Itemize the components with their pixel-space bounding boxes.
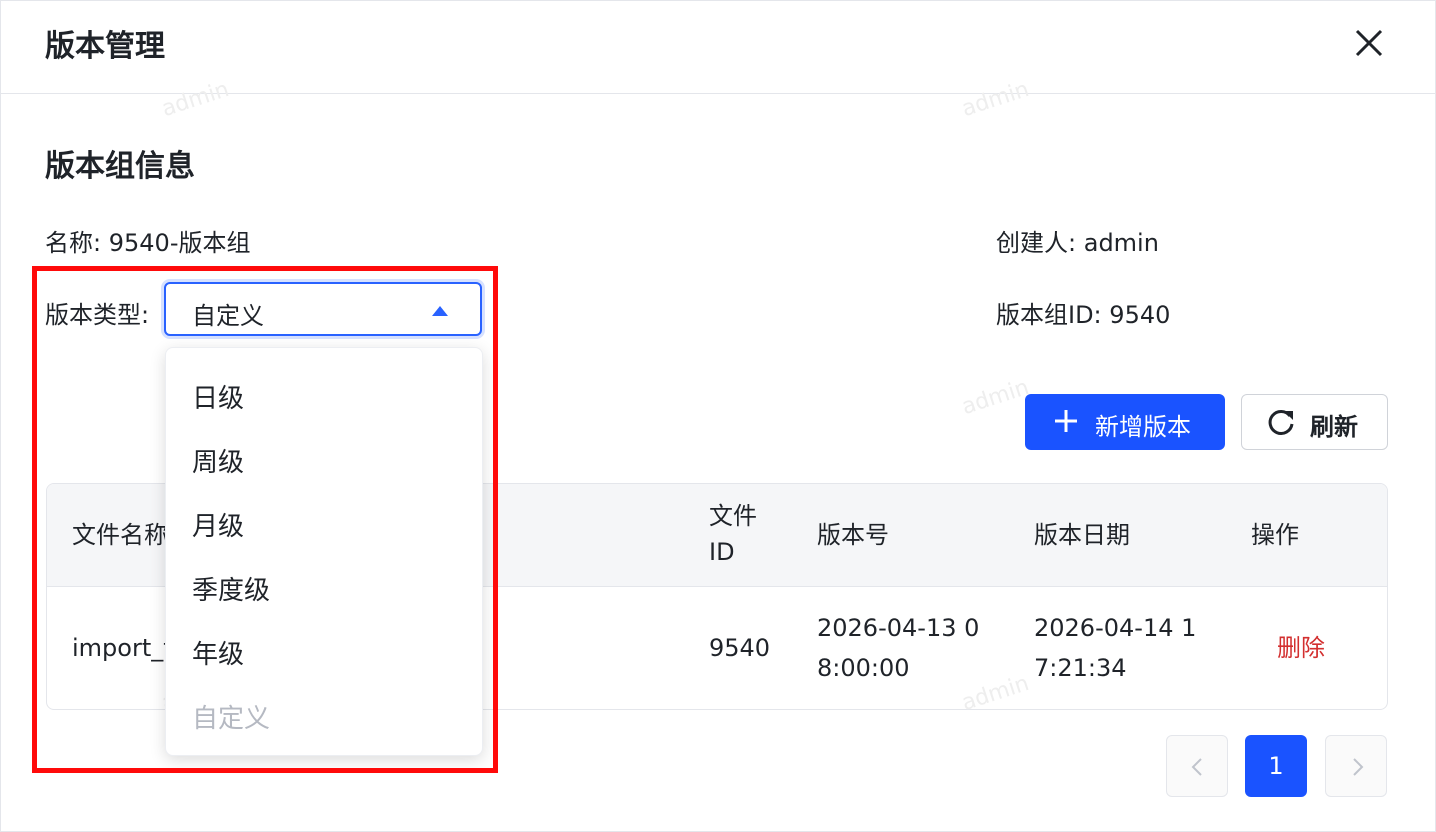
version-management-dialog: 版本管理 版本组信息 名称: 9540-版本组 创建人: admin 版本组ID…	[0, 0, 1436, 832]
option-quarterly[interactable]: 季度级	[192, 570, 270, 607]
plus-icon	[1055, 410, 1077, 432]
option-yearly[interactable]: 年级	[192, 634, 244, 671]
cell-version-no-line1: 2026-04-13 0	[817, 614, 980, 642]
header-actions: 操作	[1251, 521, 1299, 549]
option-weekly[interactable]: 周级	[192, 442, 244, 479]
version-type-select[interactable]: 自定义	[164, 282, 482, 336]
creator-value: admin	[1083, 229, 1159, 257]
caret-up-icon	[432, 306, 448, 316]
page-1-button[interactable]: 1	[1245, 735, 1307, 797]
section-title: 版本组信息	[45, 149, 195, 184]
group-id-value: 9540	[1109, 301, 1171, 329]
name-value: 9540-版本组	[108, 229, 251, 257]
dialog-title: 版本管理	[45, 29, 165, 64]
cell-version-date-line2: 7:21:34	[1034, 654, 1127, 682]
refresh-icon	[1268, 409, 1294, 435]
add-version-button[interactable]: 新增版本	[1025, 394, 1225, 450]
cell-version-no-line2: 8:00:00	[817, 654, 910, 682]
watermark: admin	[958, 374, 1033, 421]
close-icon[interactable]	[1349, 23, 1389, 63]
delete-link[interactable]: 删除	[1277, 628, 1325, 668]
creator-info: 创建人: admin	[996, 223, 1159, 258]
refresh-label: 刷新	[1310, 413, 1358, 441]
cell-file-name: import_t	[72, 634, 173, 662]
header-file-name: 文件名称	[72, 521, 168, 549]
option-daily[interactable]: 日级	[192, 378, 244, 415]
chevron-right-icon	[1353, 758, 1364, 776]
header-version-no: 版本号	[817, 521, 889, 549]
group-id-label: 版本组ID:	[996, 301, 1102, 329]
name-info: 名称: 9540-版本组	[45, 223, 250, 258]
cell-version-date-line1: 2026-04-14 1	[1034, 614, 1197, 642]
header-file-id-line1: 文件	[709, 502, 757, 530]
option-custom: 自定义	[192, 704, 271, 734]
group-id-info: 版本组ID: 9540	[996, 295, 1170, 330]
header-file-id-line2: ID	[709, 538, 735, 566]
cell-file-id: 9540	[709, 634, 771, 662]
option-monthly[interactable]: 月级	[192, 506, 244, 543]
add-version-label: 新增版本	[1095, 413, 1191, 441]
version-type-value: 自定义	[192, 302, 264, 330]
refresh-button[interactable]: 刷新	[1241, 394, 1388, 450]
prev-page-button	[1166, 735, 1228, 797]
version-type-label: 版本类型:	[45, 301, 150, 329]
chevron-left-icon	[1191, 758, 1202, 776]
version-type-dropdown: 日级 周级 月级 季度级 年级 自定义	[165, 347, 483, 756]
next-page-button[interactable]	[1325, 735, 1387, 797]
name-label: 名称:	[45, 229, 102, 257]
creator-label: 创建人:	[996, 229, 1077, 257]
header-version-date: 版本日期	[1034, 521, 1130, 549]
